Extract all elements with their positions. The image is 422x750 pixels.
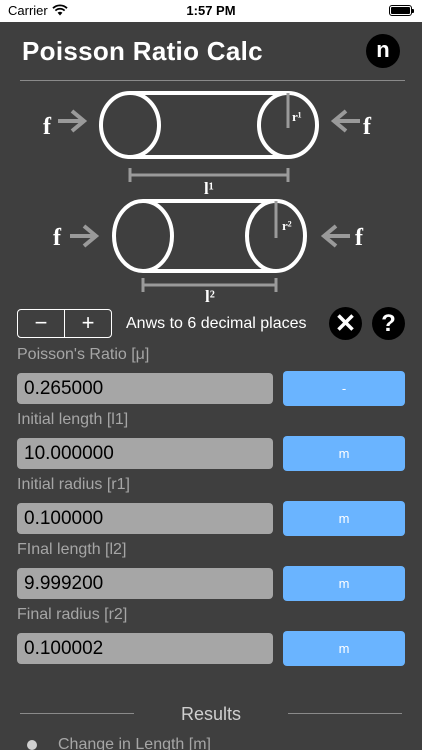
decimal-places-label: Anws to 6 decimal places [126, 315, 307, 332]
cylinder-diagram: r¹ l¹ f f r² l² f f [43, 91, 372, 306]
decimal-stepper: − + [17, 309, 112, 338]
results-heading: Results [180, 704, 242, 724]
battery-icon [389, 5, 414, 16]
top-radius-label: r¹ [292, 109, 302, 124]
help-button[interactable]: ? [372, 307, 405, 340]
final-length-label: FInal length [l2] [17, 541, 127, 558]
force-label-bottom-right: f [355, 225, 364, 251]
result-item-label: Change in Length [m] [58, 736, 211, 750]
final-radius-input[interactable]: 0.100002 [17, 633, 273, 664]
results-divider-right [288, 713, 402, 714]
clear-button[interactable]: ✕ [329, 307, 362, 340]
final-radius-label: Final radius [r2] [17, 606, 128, 623]
page-title: Poisson Ratio Calc [22, 36, 263, 66]
final-length-input[interactable]: 9.999200 [17, 568, 273, 599]
battery-nub [412, 9, 414, 13]
bottom-radius-label: r² [282, 218, 292, 233]
initial-radius-input[interactable]: 0.100000 [17, 503, 273, 534]
final-length-unit-button[interactable]: m [283, 566, 405, 601]
initial-length-input[interactable]: 10.000000 [17, 438, 273, 469]
title-divider [20, 80, 405, 81]
top-length-label: l¹ [204, 179, 214, 198]
status-bar: Carrier 1:57 PM [0, 0, 422, 22]
final-radius-unit-button[interactable]: m [283, 631, 405, 666]
clock: 1:57 PM [186, 3, 236, 18]
force-label-top-left: f [43, 114, 52, 140]
initial-radius-unit-button[interactable]: m [283, 501, 405, 536]
poisson-ratio-label: Poisson's Ratio [μ] [17, 346, 150, 363]
result-bullet [27, 740, 37, 750]
arrow-left-icon [330, 109, 360, 133]
bottom-length-label: l² [205, 287, 215, 306]
top-cylinder [99, 91, 319, 159]
initial-length-label: Initial length [l1] [17, 411, 129, 428]
app-logo-button[interactable]: n [366, 34, 400, 68]
battery-level [391, 7, 410, 14]
increment-button[interactable]: + [64, 310, 111, 337]
arrow-right-icon [70, 224, 100, 248]
arrow-right-icon [58, 109, 88, 133]
initial-length-unit-button[interactable]: m [283, 436, 405, 471]
initial-radius-label: Initial radius [r1] [17, 476, 130, 493]
force-label-bottom-left: f [53, 225, 62, 251]
force-label-top-right: f [363, 114, 372, 140]
poisson-ratio-unit-button[interactable]: - [283, 371, 405, 406]
decrement-button[interactable]: − [18, 310, 64, 337]
arrow-left-icon [320, 224, 350, 248]
poisson-ratio-input[interactable]: 0.265000 [17, 373, 273, 404]
